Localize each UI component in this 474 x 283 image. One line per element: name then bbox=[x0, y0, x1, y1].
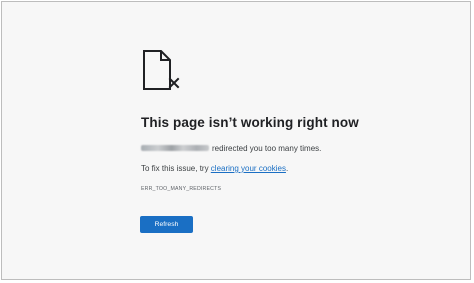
refresh-button[interactable]: Refresh bbox=[140, 216, 193, 233]
error-title: This page isn’t working right now bbox=[141, 115, 359, 130]
clear-cookies-link[interactable]: clearing your cookies bbox=[211, 164, 286, 173]
error-message: redirected you too many times. bbox=[141, 144, 321, 153]
error-code: ERR_TOO_MANY_REDIRECTS bbox=[141, 186, 222, 192]
redacted-domain bbox=[141, 145, 209, 151]
error-page: This page isn’t working right now redire… bbox=[1, 1, 471, 280]
fix-suggestion-suffix: . bbox=[285, 164, 289, 173]
broken-document-icon bbox=[142, 49, 182, 91]
fix-suggestion-prefix: To fix this issue, try bbox=[141, 164, 211, 173]
fix-suggestion: To fix this issue, try clearing your coo… bbox=[141, 164, 288, 173]
error-message-text: redirected you too many times. bbox=[212, 144, 322, 153]
